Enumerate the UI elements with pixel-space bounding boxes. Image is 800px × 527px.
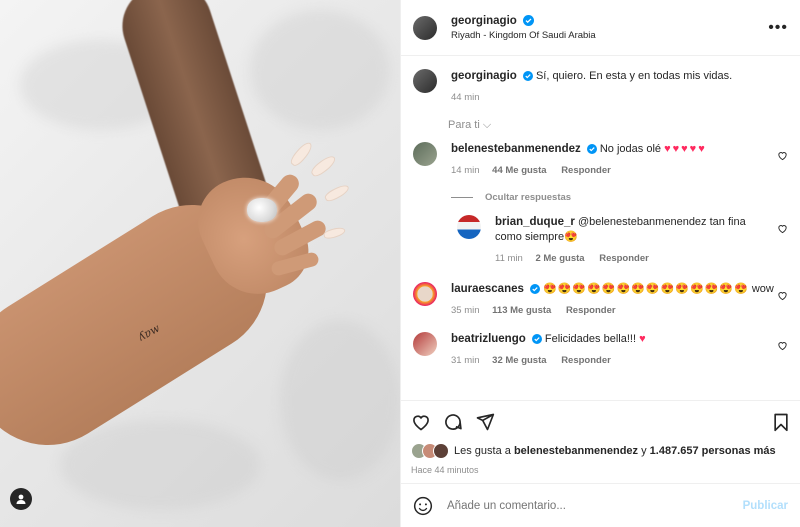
comment-likes[interactable]: 113 Me gusta	[492, 305, 551, 316]
reply-comment: brian_duque_r @belenestebanmenendez tan …	[457, 215, 788, 266]
verified-badge-icon	[522, 14, 534, 26]
emoji-icon[interactable]	[413, 496, 433, 516]
reply-likes[interactable]: 2 Me gusta	[535, 253, 584, 264]
post-panel: georginagio Riyadh - Kingdom Of Saudi Ar…	[400, 0, 800, 527]
like-comment-heart-icon[interactable]	[777, 223, 788, 234]
commenter-username[interactable]: beatrizluengo	[451, 333, 526, 345]
nail	[288, 139, 315, 169]
tagged-users-button[interactable]	[10, 488, 32, 510]
likes-user[interactable]: belenestebanmenendez	[514, 445, 638, 457]
user-icon	[16, 494, 26, 504]
author-avatar[interactable]	[413, 15, 437, 40]
likes-summary: Les gusta a belenestebanmenendez y 1.487…	[411, 443, 790, 459]
comment: beatrizluengo Felicidades bella!!! ♥ 31 …	[413, 332, 788, 368]
share-paper-plane-icon[interactable]	[475, 412, 495, 432]
save-bookmark-icon[interactable]	[772, 412, 790, 432]
post-time: Hace 44 minutos	[411, 465, 479, 475]
comment-emoji: 😍😍😍😍😍😍😍😍😍😍😍😍😍😍	[543, 283, 749, 295]
caption-text: Sí, quiero. En esta y en todas mis vidas…	[535, 70, 733, 82]
reply-button[interactable]: Responder	[561, 165, 611, 176]
nail	[322, 225, 347, 241]
more-options-icon[interactable]: •••	[768, 19, 788, 37]
like-comment-heart-icon[interactable]	[777, 290, 788, 301]
sheet-fold	[250, 10, 390, 130]
reply-text-line2: como siempre	[495, 231, 565, 243]
comment-likes[interactable]: 44 Me gusta	[492, 165, 546, 176]
reply-text-line1: tan fina	[709, 216, 746, 228]
verified-badge-icon	[529, 284, 540, 294]
verified-badge-icon	[522, 71, 533, 81]
comment-emoji: ♥♥♥♥♥	[664, 143, 707, 155]
likes-conj: y	[641, 445, 647, 457]
comment: laurаescanes 😍😍😍😍😍😍😍😍😍😍😍😍😍😍 wow 35 min 1…	[413, 282, 788, 318]
comment-emoji: ♥	[639, 333, 648, 345]
reply-button[interactable]: Responder	[599, 253, 649, 264]
chevron-down-icon: ⌵	[482, 119, 492, 131]
likes-count[interactable]: 1.487.657 personas más	[650, 445, 776, 457]
commenter-avatar[interactable]	[413, 332, 437, 356]
reply-time: 11 min	[495, 253, 523, 264]
comment-filter-label: Para ti	[448, 119, 480, 131]
likes-prefix: Les gusta a	[454, 445, 511, 457]
hide-replies-label: Ocultar respuestas	[485, 192, 572, 203]
reply-button[interactable]: Responder	[566, 305, 616, 316]
comment-time: 31 min	[451, 355, 480, 366]
commenter-username[interactable]: laurаescanes	[451, 283, 524, 295]
post-actions: Les gusta a belenestebanmenendez y 1.487…	[401, 400, 800, 475]
comment-filter-dropdown[interactable]: Para ti ⌵	[448, 119, 788, 132]
sheet-fold	[280, 320, 400, 480]
reply-emoji: 😍	[564, 231, 579, 243]
comment-time: 35 min	[451, 305, 480, 316]
nail	[323, 182, 351, 204]
like-comment-heart-icon[interactable]	[777, 340, 788, 351]
comment-likes[interactable]: 32 Me gusta	[492, 355, 546, 366]
replier-username[interactable]: brian_duque_r	[495, 216, 575, 228]
caption-username[interactable]: georginagio	[451, 70, 517, 82]
comment-text: No jodas olé	[599, 143, 662, 155]
post-header: georginagio Riyadh - Kingdom Of Saudi Ar…	[401, 0, 800, 56]
add-comment-input[interactable]	[447, 499, 743, 512]
reply-button[interactable]: Responder	[561, 355, 611, 366]
comments-section: georginagio Sí, quiero. En esta y en tod…	[401, 57, 800, 397]
comment: belenestebanmenendez No jodas olé ♥♥♥♥♥ …	[413, 142, 788, 178]
comment-text: Felicidades bella!!!	[544, 333, 636, 345]
caption: georginagio Sí, quiero. En esta y en tod…	[413, 69, 788, 105]
verified-badge-icon	[586, 144, 597, 154]
commenter-username[interactable]: belenestebanmenendez	[451, 143, 581, 155]
caption-time: 44 min	[451, 92, 480, 103]
post-photo: ʎɐw	[0, 0, 400, 527]
liker-avatars[interactable]	[411, 443, 449, 459]
commenter-avatar[interactable]	[413, 282, 437, 306]
comment-time: 14 min	[451, 165, 480, 176]
hide-replies-button[interactable]: Ocultar respuestas	[451, 192, 788, 203]
add-comment-bar: Publicar	[401, 483, 800, 527]
caption-avatar[interactable]	[413, 69, 437, 93]
verified-badge-icon	[531, 334, 542, 344]
post-location[interactable]: Riyadh - Kingdom Of Saudi Arabia	[451, 30, 768, 41]
author-username[interactable]: georginagio	[451, 15, 517, 27]
reply-mention[interactable]: @belenestebanmenendez	[578, 216, 707, 228]
publish-button[interactable]: Publicar	[743, 500, 788, 512]
commenter-avatar[interactable]	[413, 142, 437, 166]
comment-bubble-icon[interactable]	[443, 412, 463, 432]
like-heart-icon[interactable]	[411, 412, 431, 432]
sheet-fold	[60, 420, 260, 510]
like-comment-heart-icon[interactable]	[777, 150, 788, 161]
diamond-ring	[247, 198, 277, 222]
nail	[309, 153, 338, 179]
comment-text: wow	[751, 283, 774, 295]
replier-avatar[interactable]	[457, 215, 481, 239]
